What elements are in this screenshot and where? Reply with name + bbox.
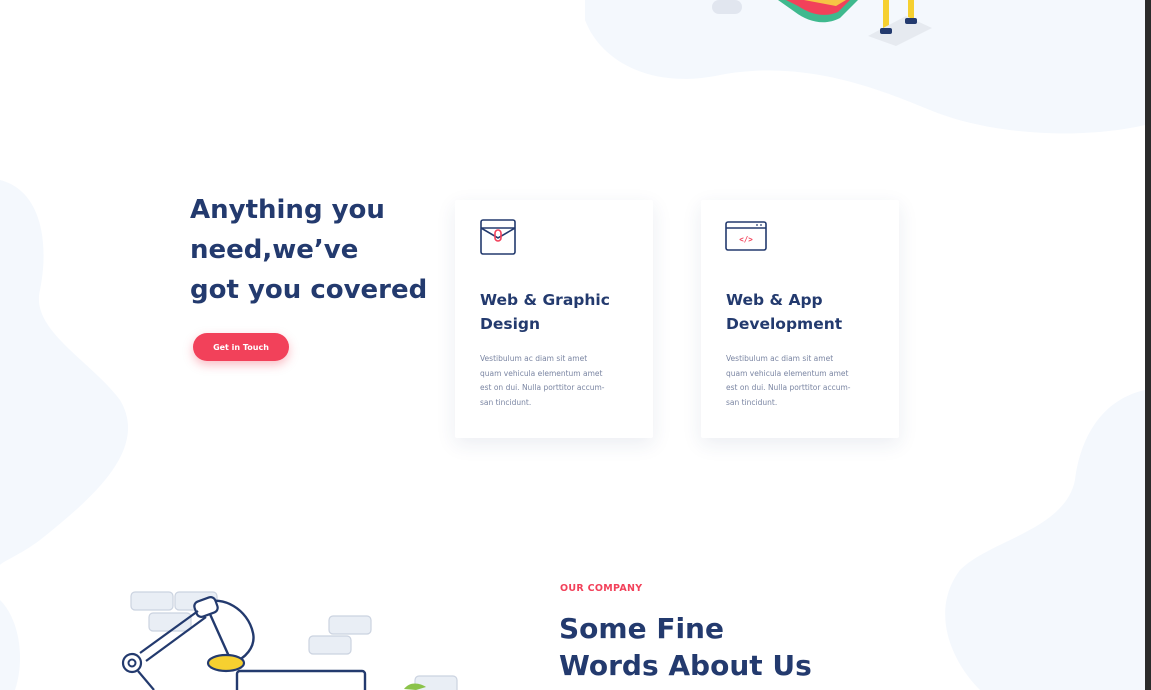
browser-code-icon: </> xyxy=(725,218,769,258)
desk-lamp-illustration xyxy=(121,591,458,690)
get-in-touch-button[interactable]: Get in Touch xyxy=(193,333,289,361)
service-card-description-line: est on dui. Nulla porttitor accum- xyxy=(480,383,605,392)
service-card-title: Web & Graphic Design xyxy=(480,288,640,336)
envelope-icon xyxy=(479,218,519,262)
hero-title: Anything you need,we’ve got you covered xyxy=(190,190,450,310)
service-card-description-line: Vestibulum ac diam sit amet xyxy=(480,354,588,363)
service-card-title-line: Design xyxy=(480,315,541,333)
service-card-description: Vestibulum ac diam sit amet quam vehicul… xyxy=(726,352,886,410)
cylinder-illustration xyxy=(712,0,742,14)
service-card-description-line: quam vehicula elementum amet xyxy=(480,368,603,378)
hero-title-line: Anything you xyxy=(190,195,385,225)
service-card-description-line: san tincidunt. xyxy=(726,397,778,407)
service-card-title-line: Development xyxy=(726,315,843,333)
service-card-title: Web & App Development xyxy=(726,288,886,336)
stool-illustration xyxy=(868,0,932,46)
service-card-web-app-development[interactable]: </> Web & App Development Vestibulum ac … xyxy=(701,200,899,438)
service-card-description-line: quam vehicula elementum amet xyxy=(726,368,849,378)
service-card-title-line: Web & Graphic xyxy=(480,291,610,309)
code-glyph: </> xyxy=(739,235,753,244)
section-eyebrow: OUR COMPANY xyxy=(560,583,643,594)
hero-title-line: need,we’ve xyxy=(190,235,359,265)
laptop-illustration xyxy=(235,669,367,690)
top-desk-illustration xyxy=(712,0,932,46)
about-title-line: Words About Us xyxy=(559,649,812,682)
service-card-description: Vestibulum ac diam sit amet quam vehicul… xyxy=(480,352,640,410)
hero-title-line: got you covered xyxy=(190,275,428,305)
about-title: Some Fine Words About Us xyxy=(559,610,812,684)
service-card-description-line: Vestibulum ac diam sit amet xyxy=(726,354,834,363)
about-title-line: Some Fine xyxy=(559,612,724,645)
service-card-title-line: Web & App xyxy=(726,291,823,309)
service-card-web-graphic-design[interactable]: Web & Graphic Design Vestibulum ac diam … xyxy=(455,200,653,438)
service-card-description-line: san tincidunt. xyxy=(480,397,532,407)
service-card-description-line: est on dui. Nulla porttitor accum- xyxy=(726,383,851,392)
window-edge xyxy=(1145,0,1151,690)
